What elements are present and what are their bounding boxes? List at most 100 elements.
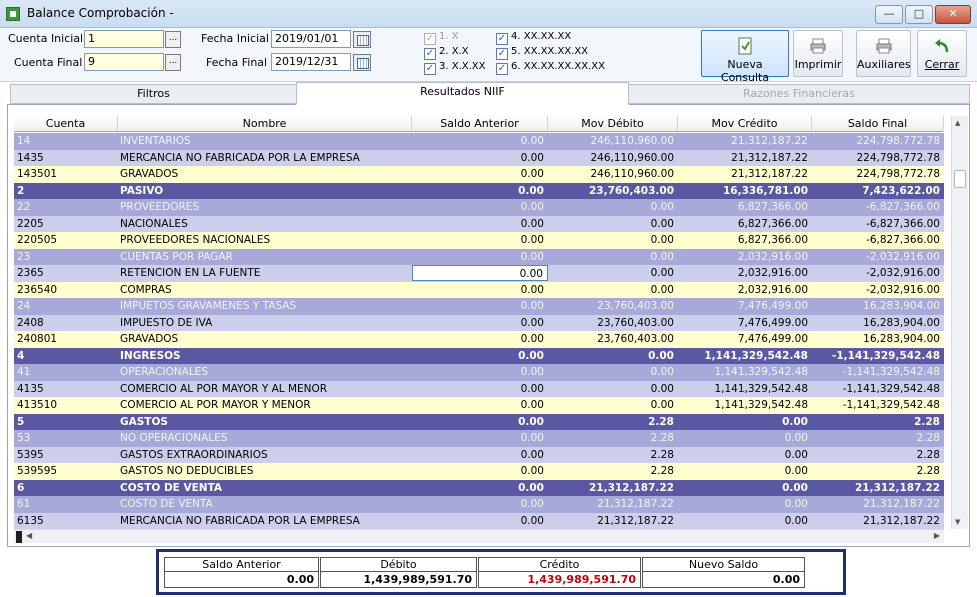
table-row[interactable]: 240801 GRAVADOS 0.00 23,760,403.00 7,476,499… xyxy=(14,331,944,348)
cell-saldo-final[interactable]: -2,032,916.00 xyxy=(812,249,944,265)
cell-saldo-anterior[interactable]: 0.00 xyxy=(412,265,548,281)
table-row[interactable]: 1435 MERCANCIA NO FABRICADA POR LA EMPRES… xyxy=(14,149,944,166)
maximize-button[interactable]: □ xyxy=(905,5,933,24)
fecha-inicial-field[interactable]: 2019/01/01 xyxy=(271,30,351,48)
table-row[interactable]: 41 OPERACIONALES 0.00 0.00 1,141,329,542.48-… xyxy=(14,364,944,381)
column-header-saldo-final[interactable]: Saldo Final xyxy=(812,116,944,132)
table-row[interactable]: 23 CUENTAS POR PAGAR 0.00 0.00 2,032,916.00-… xyxy=(14,248,944,265)
cell-debito[interactable]: 0.00 xyxy=(548,199,678,215)
cell-saldo-anterior[interactable]: 0.00 xyxy=(412,331,548,347)
cell-saldo-anterior[interactable]: 0.00 xyxy=(412,496,548,512)
cell-debito[interactable]: 0.00 xyxy=(548,265,678,281)
cell-credito[interactable]: 1,141,329,542.48 xyxy=(678,381,812,397)
cell-nombre[interactable]: COMERCIO AL POR MAYOR Y MENOR xyxy=(120,397,410,413)
level-3-checkbox[interactable]: ✓ 3. X.X.XX xyxy=(424,60,485,75)
cell-nombre[interactable]: COMPRAS xyxy=(120,282,410,298)
table-row[interactable]: 236540 COMPRAS 0.00 0.00 2,032,916.00 -2,032,… xyxy=(14,281,944,298)
table-row[interactable]: 6 COSTO DE VENTA 0.00 21,312,187.22 0.00 21,3… xyxy=(14,479,944,496)
cell-credito[interactable]: 1,141,329,542.48 xyxy=(678,397,812,413)
cell-debito[interactable]: 23,760,403.00 xyxy=(548,183,678,199)
cell-saldo-final[interactable]: -2,032,916.00 xyxy=(812,282,944,298)
cell-saldo-final[interactable]: 2.28 xyxy=(812,430,944,446)
cell-saldo-final[interactable]: 16,283,904.00 xyxy=(812,315,944,331)
tab-filtros[interactable]: Filtros xyxy=(10,84,297,104)
cell-nombre[interactable]: GRAVADOS xyxy=(120,331,410,347)
cell-saldo-final[interactable]: -1,141,329,542.48 xyxy=(812,348,944,364)
minimize-button[interactable]: — xyxy=(875,5,903,24)
cell-nombre[interactable]: PASIVO xyxy=(120,183,410,199)
cell-saldo-final[interactable]: -6,827,366.00 xyxy=(812,216,944,232)
cell-debito[interactable]: 23,760,403.00 xyxy=(548,331,678,347)
table-row[interactable]: 2 PASIVO 0.00 23,760,403.00 16,336,781.00 7,4… xyxy=(14,182,944,199)
cell-credito[interactable]: 2,032,916.00 xyxy=(678,249,812,265)
level-6-checkbox[interactable]: ✓ 6. XX.XX.XX.XX.XX xyxy=(496,60,605,75)
cell-cuenta[interactable]: 413510 xyxy=(17,397,115,413)
cell-cuenta[interactable]: 4135 xyxy=(17,381,115,397)
level-5-checkbox[interactable]: ✓ 5. XX.XX.XX.XX xyxy=(496,45,588,60)
cell-credito[interactable]: 0.00 xyxy=(678,480,812,496)
cell-cuenta[interactable]: 5 xyxy=(17,414,115,430)
cell-nombre[interactable]: CUENTAS POR PAGAR xyxy=(120,249,410,265)
cell-credito[interactable]: 6,827,366.00 xyxy=(678,216,812,232)
cell-debito[interactable]: 0.00 xyxy=(548,249,678,265)
cell-saldo-anterior[interactable]: 0.00 xyxy=(412,249,548,265)
cell-saldo-anterior[interactable]: 0.00 xyxy=(412,480,548,496)
cell-nombre[interactable]: PROVEEDORES xyxy=(120,199,410,215)
nueva-consulta-button[interactable]: Nueva Consulta xyxy=(701,30,789,84)
cell-nombre[interactable]: GASTOS NO DEDUCIBLES xyxy=(120,463,410,479)
cell-debito[interactable]: 0.00 xyxy=(548,397,678,413)
cerrar-button[interactable]: Cerrar xyxy=(917,30,967,77)
cell-saldo-final[interactable]: 21,312,187.22 xyxy=(812,496,944,512)
cell-credito[interactable]: 2,032,916.00 xyxy=(678,282,812,298)
cell-credito[interactable]: 21,312,187.22 xyxy=(678,150,812,166)
cell-saldo-anterior[interactable]: 0.00 xyxy=(412,447,548,463)
tab-resultados-niif[interactable]: Resultados NIIF xyxy=(296,82,629,105)
cell-nombre[interactable]: OPERACIONALES xyxy=(120,364,410,380)
cell-cuenta[interactable]: 53 xyxy=(17,430,115,446)
cell-debito[interactable]: 0.00 xyxy=(548,216,678,232)
cell-nombre[interactable]: GRAVADOS xyxy=(120,166,410,182)
cell-credito[interactable]: 0.00 xyxy=(678,447,812,463)
cell-cuenta[interactable]: 61 xyxy=(17,496,115,512)
cell-cuenta[interactable]: 2 xyxy=(17,183,115,199)
table-row[interactable]: 2205 NACIONALES 0.00 0.00 6,827,366.00 -6,827… xyxy=(14,215,944,232)
cell-saldo-final[interactable]: 224,798,772.78 xyxy=(812,150,944,166)
cell-debito[interactable]: 0.00 xyxy=(548,282,678,298)
cell-credito[interactable]: 16,336,781.00 xyxy=(678,183,812,199)
cell-cuenta[interactable]: 41 xyxy=(17,364,115,380)
cell-debito[interactable]: 2.28 xyxy=(548,430,678,446)
cell-debito[interactable]: 0.00 xyxy=(548,381,678,397)
table-row[interactable]: 4135 COMERCIO AL POR MAYOR Y AL MENOR 0.00… xyxy=(14,380,944,397)
cell-debito[interactable]: 21,312,187.22 xyxy=(548,513,678,529)
cell-credito[interactable]: 1,141,329,542.48 xyxy=(678,348,812,364)
cell-credito[interactable]: 7,476,499.00 xyxy=(678,298,812,314)
cuenta-final-lookup-button[interactable]: ... xyxy=(165,54,181,71)
column-header-mov-credito[interactable]: Mov Crédito xyxy=(678,116,812,132)
scroll-down-icon[interactable]: ▼ xyxy=(955,518,960,526)
cell-debito[interactable]: 0.00 xyxy=(548,232,678,248)
cell-nombre[interactable]: IMPUETOS GRAVAMENES Y TASAS xyxy=(120,298,410,314)
table-row[interactable]: 539595 GASTOS NO DEDUCIBLES 0.00 2.28 0.00 2.… xyxy=(14,463,944,480)
table-row[interactable]: 53 NO OPERACIONALES 0.00 2.28 0.00 2.28 xyxy=(14,430,944,447)
table-row[interactable]: 5395 GASTOS EXTRAORDINARIOS 0.00 2.28 0.00 2.… xyxy=(14,446,944,463)
cell-debito[interactable]: 246,110,960.00 xyxy=(548,150,678,166)
cell-saldo-final[interactable]: 2.28 xyxy=(812,414,944,430)
level-1-checkbox[interactable]: ✓ 1. X xyxy=(424,30,459,45)
cell-credito[interactable]: 6,827,366.00 xyxy=(678,232,812,248)
column-header-saldo-anterior[interactable]: Saldo Anterior xyxy=(412,116,548,132)
cell-credito[interactable]: 0.00 xyxy=(678,513,812,529)
cell-saldo-anterior[interactable]: 0.00 xyxy=(412,232,548,248)
cell-saldo-final[interactable]: 21,312,187.22 xyxy=(812,480,944,496)
cell-nombre[interactable]: NO OPERACIONALES xyxy=(120,430,410,446)
cell-saldo-anterior[interactable]: 0.00 xyxy=(412,397,548,413)
cell-saldo-anterior[interactable]: 0.00 xyxy=(412,364,548,380)
cell-credito[interactable]: 2,032,916.00 xyxy=(678,265,812,281)
cell-debito[interactable]: 2.28 xyxy=(548,414,678,430)
cell-cuenta[interactable]: 220505 xyxy=(17,232,115,248)
cell-nombre[interactable]: NACIONALES xyxy=(120,216,410,232)
table-row[interactable]: 220505 PROVEEDORES NACIONALES 0.00 0.00 6,82… xyxy=(14,232,944,249)
cell-saldo-anterior[interactable]: 0.00 xyxy=(412,414,548,430)
scroll-left-icon[interactable]: ◀ xyxy=(26,531,32,540)
cell-cuenta[interactable]: 539595 xyxy=(17,463,115,479)
scroll-thumb[interactable] xyxy=(16,531,22,543)
